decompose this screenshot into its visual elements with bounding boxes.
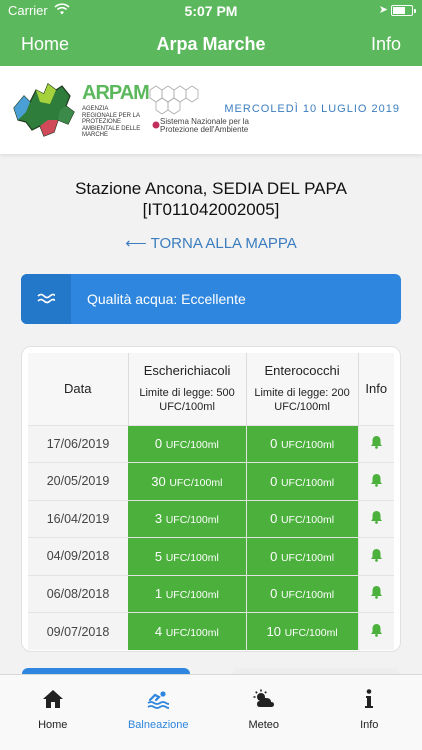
table-row: 04/09/2018 5 UFC/100ml 0 UFC/100ml	[28, 537, 394, 575]
station-name: Stazione Ancona, SEDIA DEL PAPA	[75, 179, 347, 198]
table-row: 06/08/2018 1 UFC/100ml 0 UFC/100ml	[28, 574, 394, 613]
row-date: 16/04/2019	[28, 499, 128, 538]
row-ecoli-value: 30 UFC/100ml	[128, 462, 247, 500]
network-molecule-icon	[149, 85, 199, 115]
location-arrow-icon: ➤	[378, 4, 388, 16]
row-ecoli-value: 0 UFC/100ml	[128, 424, 247, 463]
row-notification-button[interactable]	[358, 499, 394, 538]
tab-home-label: Home	[38, 719, 68, 731]
header-date: MERCOLEDÌ 10 LUGLIO 2019	[224, 103, 400, 115]
tab-balneazione-label: Balneazione	[127, 719, 189, 731]
table-row: 09/07/2018 4 UFC/100ml 10 UFC/100ml	[28, 612, 394, 650]
top-bar: Carrier 5:07 PM ➤ Home Arpa Marche Info	[0, 0, 422, 66]
info-icon	[365, 689, 374, 708]
arpam-logo-text: ARPAM	[82, 82, 150, 104]
tab-home[interactable]: Home	[0, 675, 106, 750]
row-ecoli-value: 4 UFC/100ml	[128, 612, 247, 650]
row-entero-value: 0 UFC/100ml	[246, 574, 359, 613]
status-bar: Carrier 5:07 PM ➤	[0, 0, 422, 22]
col-header-entero: Enterococchi Limite di legge: 200 UFC/10…	[246, 353, 359, 425]
row-date: 20/05/2019	[28, 462, 128, 500]
water-waves-icon	[37, 293, 55, 304]
bell-icon	[370, 548, 382, 562]
row-notification-button[interactable]	[358, 612, 394, 650]
nav-bar: Home Arpa Marche Info	[0, 22, 422, 66]
house-icon	[42, 690, 63, 708]
nav-info-button[interactable]: Info	[371, 34, 401, 55]
tab-meteo[interactable]: Meteo	[211, 675, 317, 750]
row-entero-value: 10 UFC/100ml	[246, 612, 359, 650]
bell-icon	[370, 436, 382, 450]
tab-balneazione[interactable]: Balneazione	[106, 675, 212, 750]
network-swirl-icon	[152, 121, 160, 129]
table-row: 20/05/2019 30 UFC/100ml 0 UFC/100ml	[28, 462, 394, 500]
marche-region-logo-icon	[13, 83, 75, 137]
row-entero-value: 0 UFC/100ml	[246, 424, 359, 463]
swimmer-icon	[147, 691, 170, 709]
agency-name: AGENZIA REGIONALE PER LA PROTEZIONE AMBI…	[82, 106, 141, 138]
bell-icon	[370, 586, 382, 600]
table-row: 16/04/2019 3 UFC/100ml 0 UFC/100ml	[28, 499, 394, 538]
station-title: Stazione Ancona, SEDIA DEL PAPA [IT01104…	[0, 178, 422, 220]
row-notification-button[interactable]	[358, 462, 394, 500]
status-time: 5:07 PM	[184, 3, 238, 19]
bell-icon	[370, 473, 382, 487]
col-header-ecoli: Escherichiacoli Limite di legge: 500 UFC…	[128, 353, 247, 425]
back-to-map-label: TORNA ALLA MAPPA	[150, 235, 297, 252]
bell-icon	[370, 511, 382, 525]
row-date: 04/09/2018	[28, 537, 128, 575]
row-date: 17/06/2019	[28, 424, 128, 463]
arrow-left-icon: ⟵	[125, 235, 147, 252]
nav-title: Arpa Marche	[156, 34, 266, 54]
row-ecoli-value: 1 UFC/100ml	[128, 574, 247, 613]
row-notification-button[interactable]	[358, 574, 394, 613]
row-notification-button[interactable]	[358, 537, 394, 575]
tab-info-label: Info	[360, 719, 379, 731]
row-notification-button[interactable]	[358, 424, 394, 463]
bell-icon	[370, 624, 382, 637]
col-header-info: Info	[358, 353, 394, 425]
header-banner: ARPAM AGENZIA REGIONALE PER LA PROTEZION…	[0, 66, 422, 154]
row-ecoli-value: 3 UFC/100ml	[128, 499, 247, 538]
back-to-map-link[interactable]: ⟵ TORNA ALLA MAPPA	[0, 234, 422, 252]
tab-meteo-label: Meteo	[248, 719, 280, 731]
battery-icon	[391, 5, 416, 16]
row-ecoli-value: 5 UFC/100ml	[128, 537, 247, 575]
row-date: 06/08/2018	[28, 574, 128, 613]
tab-info[interactable]: Info	[317, 675, 422, 750]
analysis-table-card: Data Escherichiacoli Limite di legge: 50…	[21, 346, 401, 652]
col-header-date: Data	[28, 353, 129, 425]
weather-icon	[253, 689, 274, 707]
analysis-table: Data Escherichiacoli Limite di legge: 50…	[28, 353, 394, 650]
quality-icon-box	[21, 274, 71, 324]
row-entero-value: 0 UFC/100ml	[246, 462, 359, 500]
row-date: 09/07/2018	[28, 612, 128, 650]
station-code: [IT011042002005]	[142, 200, 280, 219]
network-name: Sistema Nazionale per la Protezione dell…	[160, 117, 249, 134]
tab-bar: Home Balneazione Meteo Info	[0, 674, 422, 750]
row-entero-value: 0 UFC/100ml	[246, 537, 359, 575]
water-quality-banner: Qualità acqua: Eccellente	[21, 274, 401, 324]
table-row: 17/06/2019 0 UFC/100ml 0 UFC/100ml	[28, 424, 394, 463]
water-quality-label: Qualità acqua: Eccellente	[87, 291, 246, 307]
row-entero-value: 0 UFC/100ml	[246, 499, 359, 538]
